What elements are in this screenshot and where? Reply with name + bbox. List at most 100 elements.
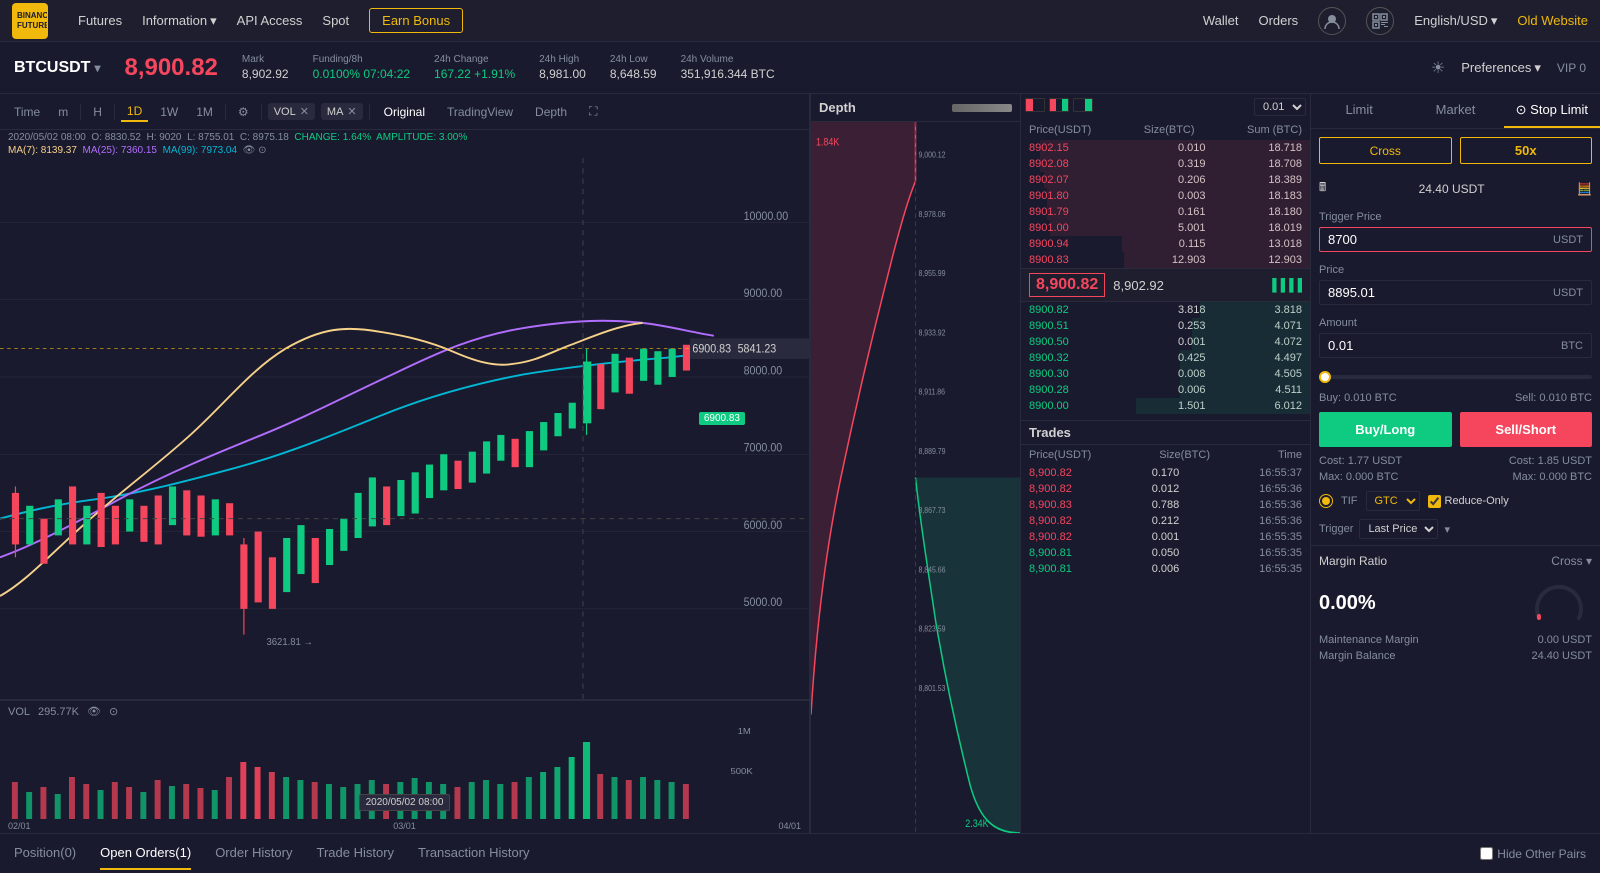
trigger-price-input-row[interactable]: USDT: [1319, 227, 1592, 252]
tif-radio[interactable]: [1319, 494, 1333, 508]
language-selector[interactable]: English/USD▾: [1414, 13, 1497, 29]
ask-row[interactable]: 8901.00 5.001 18.019: [1021, 220, 1310, 236]
ob-icon-bids[interactable]: [1073, 98, 1093, 112]
vol-tag-close[interactable]: ✕: [300, 105, 309, 118]
orders-link[interactable]: Orders: [1258, 13, 1298, 28]
fullscreen-btn[interactable]: ⛶: [581, 102, 605, 121]
buy-long-button[interactable]: Buy/Long: [1319, 412, 1452, 447]
calculator-icon[interactable]: 🧮: [1577, 182, 1592, 196]
earn-bonus-button[interactable]: Earn Bonus: [369, 8, 463, 33]
view-original[interactable]: Original: [376, 103, 433, 121]
tab-transaction-history[interactable]: Transaction History: [418, 837, 530, 870]
amount-unit: BTC: [1561, 340, 1583, 352]
trigger-select[interactable]: Last Price: [1359, 519, 1438, 539]
old-website-link[interactable]: Old Website: [1517, 13, 1588, 28]
amount-input[interactable]: [1328, 338, 1561, 353]
ask-row[interactable]: 8902.15 0.010 18.718: [1021, 140, 1310, 156]
price-input-row[interactable]: USDT: [1319, 280, 1592, 305]
wallet-link[interactable]: Wallet: [1203, 13, 1239, 28]
nav-api-access[interactable]: API Access: [237, 13, 303, 28]
tif-row: TIF GTC Reduce-Only: [1311, 485, 1600, 517]
ticker-low: 24h Low 8,648.59: [610, 54, 657, 81]
svg-text:6900.83: 6900.83: [692, 343, 731, 355]
hide-other-pairs[interactable]: Hide Other Pairs: [1480, 847, 1586, 861]
ticker-symbol[interactable]: BTCUSDT ▾: [14, 59, 100, 77]
bid-row[interactable]: 8900.51 0.253 4.071: [1021, 318, 1310, 334]
tif-label: TIF: [1341, 495, 1358, 507]
ma-indicators: MA(7): 8139.37 MA(25): 7360.15 MA(99): 7…: [0, 145, 809, 158]
price-field: Price USDT: [1319, 264, 1592, 305]
logo[interactable]: BINANCE FUTURES: [12, 3, 48, 39]
ask-row[interactable]: 8902.07 0.206 18.389: [1021, 172, 1310, 188]
ticker-mark: Mark 8,902.92: [242, 54, 289, 81]
qr-icon[interactable]: [1366, 7, 1394, 35]
depth-area[interactable]: 1.84K 2.34K 9,000.12 8,978.06 8,955.99 8…: [811, 122, 1020, 833]
buy-sell-info: Buy: 0.010 BTC Sell: 0.010 BTC: [1311, 390, 1600, 406]
amount-slider[interactable]: [1311, 364, 1600, 390]
view-depth[interactable]: Depth: [527, 103, 575, 121]
svg-text:8,845.66: 8,845.66: [918, 565, 945, 575]
nav-futures[interactable]: Futures: [78, 13, 122, 28]
trigger-price-input[interactable]: [1328, 232, 1553, 247]
bid-row[interactable]: 8900.00 1.501 6.012: [1021, 398, 1310, 414]
interval-1w[interactable]: 1W: [154, 103, 184, 121]
cost-row: Cost: 1.77 USDT Cost: 1.85 USDT: [1311, 453, 1600, 469]
tab-open-orders[interactable]: Open Orders(1): [100, 837, 191, 870]
gtc-select[interactable]: GTC: [1366, 491, 1420, 511]
sell-short-button[interactable]: Sell/Short: [1460, 412, 1593, 447]
nav-information[interactable]: Information ▾: [142, 13, 217, 29]
ma-tag-close[interactable]: ✕: [347, 105, 356, 118]
amount-range[interactable]: [1319, 375, 1592, 379]
margin-cross-select[interactable]: Cross ▾: [1551, 554, 1592, 568]
ob-icon-both[interactable]: [1049, 98, 1069, 112]
ob-icon-asks[interactable]: [1025, 98, 1045, 112]
ma-tag: MA ✕: [321, 103, 363, 120]
svg-text:9,000.12: 9,000.12: [918, 150, 945, 160]
cross-button[interactable]: Cross: [1319, 137, 1452, 164]
tab-limit[interactable]: Limit: [1311, 94, 1407, 128]
ask-row[interactable]: 8901.79 0.161 18.180: [1021, 204, 1310, 220]
preferences-btn[interactable]: Preferences ▾: [1461, 60, 1541, 76]
bid-row[interactable]: 8900.50 0.001 4.072: [1021, 334, 1310, 350]
nav-spot[interactable]: Spot: [322, 13, 349, 28]
interval-h[interactable]: H: [87, 103, 108, 121]
tab-trade-history[interactable]: Trade History: [316, 837, 394, 870]
ask-row[interactable]: 8900.83 12.903 12.903: [1021, 252, 1310, 268]
interval-1d[interactable]: 1D: [121, 102, 148, 122]
time-selector[interactable]: Time: [8, 103, 46, 121]
ask-row[interactable]: 8900.94 0.115 13.018: [1021, 236, 1310, 252]
amount-input-row[interactable]: BTC: [1319, 333, 1592, 358]
interval-1m[interactable]: 1M: [190, 103, 219, 121]
tab-stop-limit[interactable]: ⊙ Stop Limit: [1504, 94, 1600, 128]
bid-row[interactable]: 8900.30 0.008 4.505: [1021, 366, 1310, 382]
ask-row[interactable]: 8901.80 0.003 18.183: [1021, 188, 1310, 204]
view-tradingview[interactable]: TradingView: [439, 103, 521, 121]
svg-text:FUTURES: FUTURES: [17, 21, 47, 30]
ob-decimal-select[interactable]: 0.01: [1254, 98, 1306, 116]
usdt-balance: 🖩 24.40 USDT 🧮: [1311, 172, 1600, 205]
indicators-icon[interactable]: ⚙: [232, 103, 255, 121]
hide-pairs-checkbox[interactable]: [1480, 847, 1493, 860]
price-input[interactable]: [1328, 285, 1553, 300]
cross-leverage-row: Cross 50x: [1311, 129, 1600, 172]
ask-row[interactable]: 8902.08 0.319 18.708: [1021, 156, 1310, 172]
leverage-button[interactable]: 50x: [1460, 137, 1593, 164]
margin-title: Margin Ratio Cross ▾: [1319, 554, 1592, 568]
user-avatar[interactable]: [1318, 7, 1346, 35]
ticker-high: 24h High 8,981.00: [539, 54, 586, 81]
bid-row[interactable]: 8900.32 0.425 4.497: [1021, 350, 1310, 366]
trigger-row: Trigger Last Price ▾: [1311, 517, 1600, 545]
tab-position[interactable]: Position(0): [14, 837, 76, 870]
reduce-only-checkbox[interactable]: Reduce-Only: [1428, 495, 1509, 508]
svg-text:2.34K: 2.34K: [965, 818, 989, 830]
reduce-only-input[interactable]: [1428, 495, 1441, 508]
bid-row[interactable]: 8900.28 0.006 4.511: [1021, 382, 1310, 398]
svg-text:1M: 1M: [738, 727, 751, 736]
tab-market[interactable]: Market: [1407, 94, 1503, 128]
tab-order-history[interactable]: Order History: [215, 837, 292, 870]
margin-ratio-row: 0.00%: [1319, 574, 1592, 632]
bid-row[interactable]: 8900.82 3.818 3.818: [1021, 302, 1310, 318]
chart-main[interactable]: 10000.00 9000.00 8000.00 7000.00 6000.00…: [0, 158, 809, 699]
interval-m[interactable]: m: [52, 103, 74, 121]
vol-chart[interactable]: VOL 295.77K 👁 ⊙: [0, 699, 809, 819]
